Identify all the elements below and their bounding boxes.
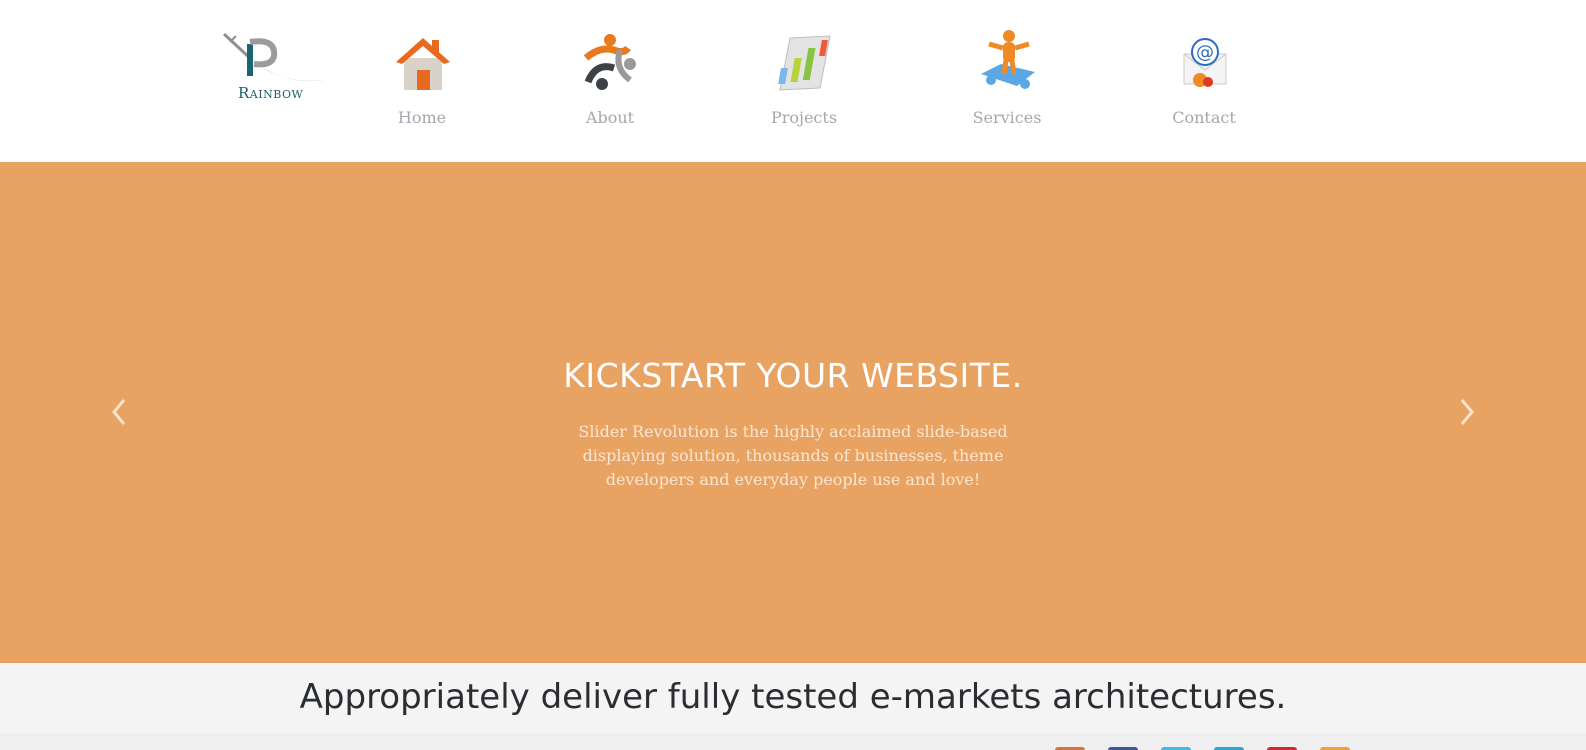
sword-logo-icon <box>222 32 326 82</box>
svg-text:@: @ <box>1196 42 1214 63</box>
nav-projects-label: Projects <box>770 108 838 127</box>
email-icon: @ <box>1174 28 1236 94</box>
page: Rainbow Home About Projects Services @ C… <box>0 0 1586 750</box>
house-icon <box>392 28 454 94</box>
nav-about[interactable]: About <box>540 28 680 138</box>
bottom-strip <box>0 733 1586 750</box>
slide-text: Slider Revolution is the highly acclaime… <box>578 422 1008 489</box>
nav-services-label: Services <box>972 108 1042 127</box>
bar-chart-icon <box>774 28 836 94</box>
header: Rainbow Home About Projects Services @ C… <box>0 0 1586 162</box>
chevron-right-icon[interactable] <box>1452 392 1482 432</box>
nav-home[interactable]: Home <box>352 28 492 138</box>
nav-projects[interactable]: Projects <box>734 28 874 138</box>
nav-contact-label: Contact <box>1172 108 1236 127</box>
hero-slider: KICKSTART YOUR WEBSITE. Slider Revolutio… <box>0 162 1586 663</box>
nav-contact[interactable]: @ Contact <box>1134 28 1274 138</box>
nav-services[interactable]: Services <box>937 28 1077 138</box>
tagline: Appropriately deliver fully tested e-mar… <box>299 677 1287 717</box>
tagline-band: Appropriately deliver fully tested e-mar… <box>0 663 1586 733</box>
nav-about-label: About <box>585 108 635 127</box>
people-icon <box>580 28 642 94</box>
person-puzzle-icon <box>977 28 1039 94</box>
nav-home-label: Home <box>397 108 447 127</box>
logo[interactable]: Rainbow <box>222 30 328 102</box>
logo-text: Rainbow <box>238 84 304 102</box>
slide-title: KICKSTART YOUR WEBSITE. <box>563 356 1023 395</box>
chevron-left-icon[interactable] <box>104 392 134 432</box>
